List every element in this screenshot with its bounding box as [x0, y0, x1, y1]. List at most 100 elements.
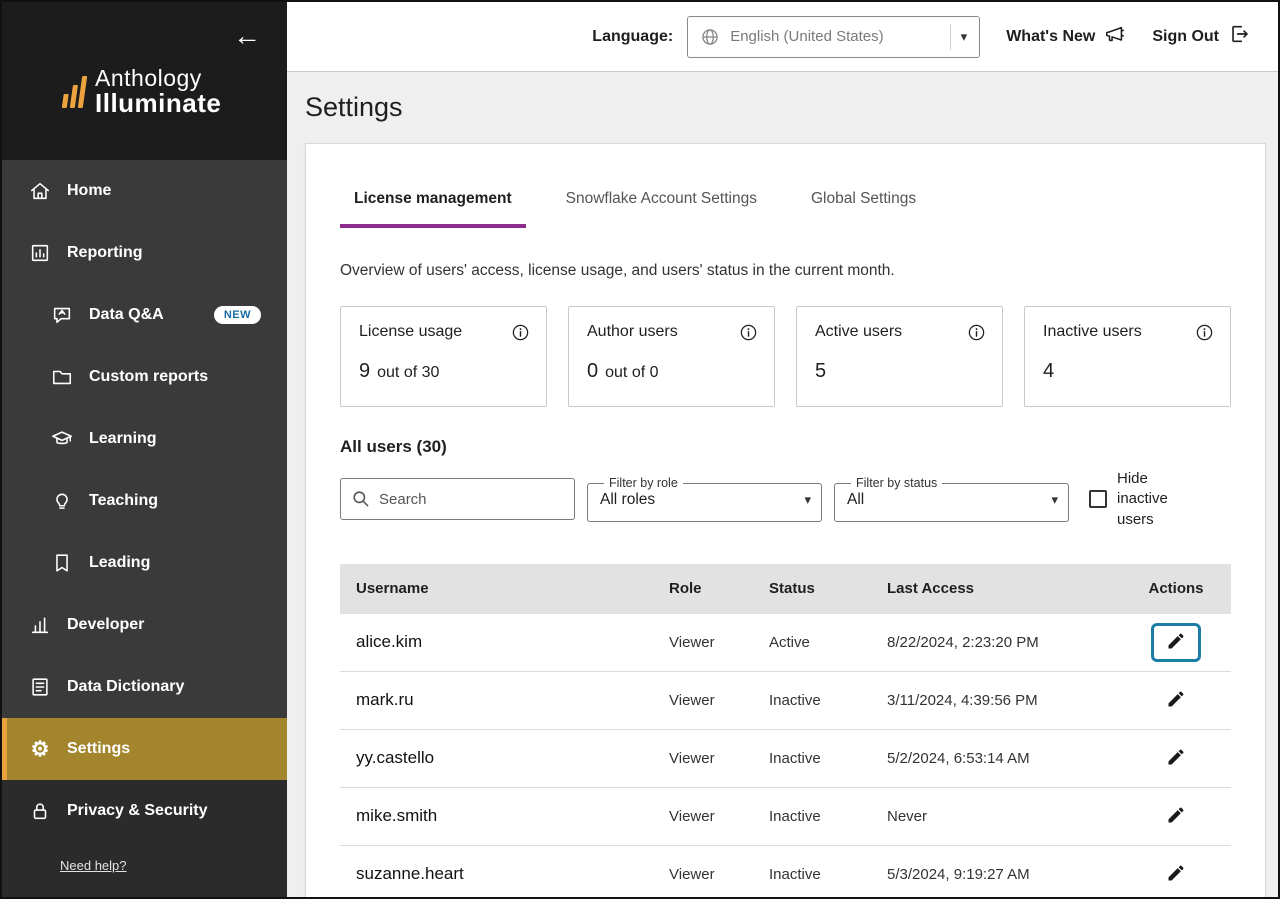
- sidebar-item-label: Data Q&A: [89, 306, 164, 324]
- filter-by-role-dropdown[interactable]: Filter by role All roles ▾: [587, 476, 822, 522]
- stat-value: 9: [359, 360, 370, 383]
- edit-pencil-icon: [1166, 805, 1186, 828]
- overview-text: Overview of users' access, license usage…: [340, 262, 1231, 280]
- tab-license-management[interactable]: License management: [340, 190, 526, 228]
- edit-pencil-icon: [1166, 863, 1186, 886]
- logo-bars-icon: [62, 76, 87, 108]
- cell-username: mike.smith: [340, 806, 653, 826]
- stat-value: 5: [815, 360, 826, 383]
- tab-bar: License management Snowflake Account Set…: [340, 190, 1231, 228]
- edit-user-button[interactable]: [1151, 797, 1201, 836]
- app-window: ← Anthology Illuminate Home Repor: [0, 0, 1280, 899]
- table-row: mike.smith Viewer Inactive Never: [340, 788, 1231, 846]
- cell-status: Inactive: [753, 866, 871, 883]
- column-header-role: Role: [653, 580, 753, 597]
- sidebar-item-label: Developer: [67, 616, 144, 634]
- info-icon[interactable]: [739, 323, 758, 342]
- reporting-icon: [28, 241, 52, 265]
- info-icon[interactable]: [1195, 323, 1214, 342]
- edit-user-button[interactable]: [1151, 855, 1201, 894]
- cell-username: alice.kim: [340, 632, 653, 652]
- edit-user-button[interactable]: [1151, 623, 1201, 662]
- sidebar-item-label: Teaching: [89, 492, 158, 510]
- stat-cards: License usage 9 out of 30 Author user: [340, 306, 1231, 407]
- custom-reports-icon: [50, 365, 74, 389]
- sidebar-item-label: Reporting: [67, 244, 143, 262]
- cell-role: Viewer: [653, 634, 753, 651]
- sidebar-item-teaching[interactable]: Teaching: [2, 470, 287, 532]
- cell-status: Inactive: [753, 692, 871, 709]
- leading-icon: [50, 551, 74, 575]
- column-header-username: Username: [340, 580, 653, 597]
- stat-title: License usage: [359, 323, 462, 341]
- stat-value: 0: [587, 360, 598, 383]
- table-row: alice.kim Viewer Active 8/22/2024, 2:23:…: [340, 614, 1231, 672]
- info-icon[interactable]: [967, 323, 986, 342]
- sidebar-bottom-section: Privacy & Security Need help?: [2, 780, 287, 897]
- logo-line2: Illuminate: [95, 90, 221, 117]
- info-icon[interactable]: [511, 323, 530, 342]
- cell-role: Viewer: [653, 692, 753, 709]
- logo-line1: Anthology: [95, 66, 221, 90]
- language-dropdown[interactable]: English (United States) ▾: [687, 16, 980, 58]
- sidebar-item-privacy-security[interactable]: Privacy & Security: [2, 780, 287, 842]
- cell-role: Viewer: [653, 750, 753, 767]
- column-header-last-access: Last Access: [871, 580, 1121, 597]
- sidebar-item-reporting[interactable]: Reporting: [2, 222, 287, 284]
- stat-suffix: out of 0: [605, 364, 658, 382]
- need-help-link[interactable]: Need help?: [60, 858, 127, 873]
- sidebar-item-label: Home: [67, 182, 111, 200]
- sidebar-item-settings[interactable]: ⚙ Settings: [2, 718, 287, 780]
- developer-icon: [28, 613, 52, 637]
- collapse-sidebar-button[interactable]: ←: [233, 22, 261, 50]
- sidebar-item-label: Data Dictionary: [67, 678, 184, 696]
- sign-out-button[interactable]: Sign Out: [1152, 23, 1250, 50]
- edit-user-button[interactable]: [1151, 739, 1201, 778]
- sidebar-item-label: Privacy & Security: [67, 802, 208, 820]
- language-label: Language:: [592, 28, 673, 46]
- cell-last-access: 8/22/2024, 2:23:20 PM: [871, 634, 1121, 651]
- all-users-heading: All users (30): [340, 437, 1231, 457]
- new-badge: NEW: [214, 306, 261, 324]
- sidebar-item-label: Settings: [67, 740, 130, 758]
- cell-last-access: 3/11/2024, 4:39:56 PM: [871, 692, 1121, 709]
- content-area: Settings License management Snowflake Ac…: [287, 72, 1278, 897]
- sidebar-item-developer[interactable]: Developer: [2, 594, 287, 656]
- users-table-body: alice.kim Viewer Active 8/22/2024, 2:23:…: [340, 614, 1231, 897]
- sidebar-item-data-qa[interactable]: Data Q&A NEW: [2, 284, 287, 346]
- chevron-down-icon: ▾: [961, 29, 968, 45]
- settings-gear-icon: ⚙: [28, 737, 52, 761]
- megaphone-icon: [1104, 23, 1126, 50]
- cell-status: Inactive: [753, 750, 871, 767]
- search-input[interactable]: [340, 478, 575, 520]
- column-header-status: Status: [753, 580, 871, 597]
- sidebar-item-custom-reports[interactable]: Custom reports: [2, 346, 287, 408]
- sidebar-nav: Home Reporting Data Q&A NEW Custom repo: [2, 160, 287, 780]
- table-row: yy.castello Viewer Inactive 5/2/2024, 6:…: [340, 730, 1231, 788]
- filter-by-status-value: All: [847, 491, 864, 509]
- dropdown-divider: [950, 24, 951, 50]
- cell-status: Inactive: [753, 808, 871, 825]
- filter-by-status-dropdown[interactable]: Filter by status All ▾: [834, 476, 1069, 522]
- edit-user-button[interactable]: [1151, 681, 1201, 720]
- table-row: mark.ru Viewer Inactive 3/11/2024, 4:39:…: [340, 672, 1231, 730]
- chevron-down-icon: ▾: [1051, 492, 1058, 508]
- stat-title: Inactive users: [1043, 323, 1142, 341]
- sidebar-item-leading[interactable]: Leading: [2, 532, 287, 594]
- tab-global-settings[interactable]: Global Settings: [797, 190, 930, 228]
- stat-title: Author users: [587, 323, 678, 341]
- whats-new-label: What's New: [1006, 28, 1095, 46]
- whats-new-button[interactable]: What's New: [1006, 23, 1126, 50]
- sidebar-item-learning[interactable]: Learning: [2, 408, 287, 470]
- tab-snowflake-account-settings[interactable]: Snowflake Account Settings: [552, 190, 771, 228]
- hide-inactive-users-checkbox[interactable]: [1089, 490, 1107, 508]
- cell-last-access: Never: [871, 808, 1121, 825]
- cell-last-access: 5/2/2024, 6:53:14 AM: [871, 750, 1121, 767]
- sidebar-item-data-dictionary[interactable]: Data Dictionary: [2, 656, 287, 718]
- cell-username: suzanne.heart: [340, 864, 653, 884]
- users-table: Username Role Status Last Access Actions…: [340, 564, 1231, 897]
- learning-icon: [50, 427, 74, 451]
- sidebar-logo-area: ← Anthology Illuminate: [2, 2, 287, 160]
- sidebar-item-home[interactable]: Home: [2, 160, 287, 222]
- home-icon: [28, 179, 52, 203]
